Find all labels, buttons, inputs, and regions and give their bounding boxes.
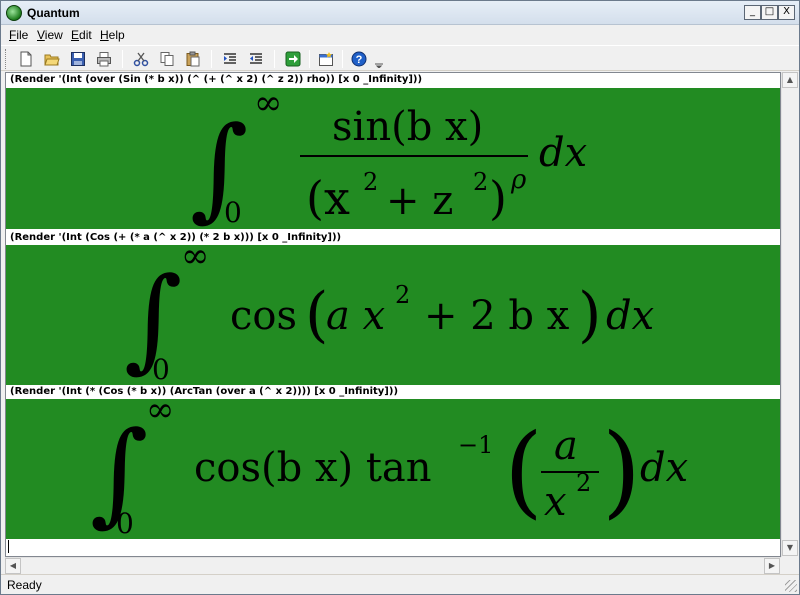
new-window-icon[interactable] — [316, 49, 336, 69]
horizontal-scrollbar[interactable]: ◀ ▶ — [5, 557, 781, 574]
term-ax: a x — [326, 293, 385, 339]
numerator: sin(b x) — [332, 104, 483, 150]
help-icon[interactable]: ? — [349, 49, 369, 69]
upper-limit: ∞ — [181, 245, 209, 276]
scroll-right-button[interactable]: ▶ — [764, 558, 780, 574]
denominator-exponent: 2 — [576, 469, 591, 497]
fraction-denominator: x — [544, 479, 567, 525]
text-cursor — [8, 540, 9, 553]
term-2bx: + 2 b x — [424, 293, 570, 339]
status-text: Ready — [7, 578, 42, 592]
differential: dx — [606, 293, 654, 339]
menu-help[interactable]: Help — [100, 28, 125, 42]
toolbar-options-icon[interactable] — [373, 49, 385, 69]
save-icon[interactable] — [68, 49, 88, 69]
main-window: Quantum _ □ X File View Edit Help ? (Ren… — [0, 0, 800, 595]
toolbar-separator — [122, 50, 123, 68]
worksheet[interactable]: (Render '(Int (over (Sin (* b x)) (^ (+ … — [5, 72, 781, 557]
math-render-1: ∫ ∞ 0 sin(b x) (x 2 + z 2 ) ρ dx — [6, 88, 780, 229]
upper-limit: ∞ — [146, 399, 174, 430]
paste-icon[interactable] — [183, 49, 203, 69]
lower-limit: 0 — [224, 196, 242, 229]
upper-limit: ∞ — [254, 88, 282, 123]
open-paren: ( — [305, 280, 328, 350]
math-render-2: ∫ ∞ 0 cos ( a x 2 + 2 b x ) dx — [6, 245, 780, 385]
differential: dx — [539, 130, 587, 176]
denominator-open: (x — [306, 171, 350, 225]
toolbar-separator — [342, 50, 343, 68]
denominator-exp-z: 2 — [473, 168, 488, 196]
menu-edit[interactable]: Edit — [71, 28, 92, 42]
resize-grip[interactable] — [785, 580, 797, 592]
denominator-close: ) — [489, 171, 507, 225]
open-paren: ( — [504, 412, 543, 529]
window-title: Quantum — [27, 6, 80, 20]
status-bar: Ready — [1, 574, 799, 594]
toolbar-grip[interactable] — [5, 49, 8, 69]
copy-icon[interactable] — [157, 49, 177, 69]
cos-function: cos — [230, 293, 297, 339]
scroll-down-button[interactable]: ▼ — [782, 540, 798, 556]
scroll-left-button[interactable]: ◀ — [5, 558, 21, 574]
new-file-icon[interactable] — [16, 49, 36, 69]
math-render-3: ∫ ∞ 0 cos(b x) tan −1 ( a x 2 ) dx — [6, 399, 780, 539]
command-line-2[interactable]: (Render '(Int (Cos (+ (* a (^ x 2)) (* 2… — [10, 232, 341, 243]
title-bar: Quantum _ □ X — [1, 1, 799, 25]
denominator-exp-x: 2 — [363, 168, 378, 196]
exponent-2: 2 — [395, 281, 410, 309]
close-paren: ) — [602, 412, 641, 529]
inverse-exponent: −1 — [458, 431, 493, 459]
toolbar: ? — [1, 45, 799, 71]
indent-icon[interactable] — [220, 49, 240, 69]
open-folder-icon[interactable] — [42, 49, 62, 69]
menu-bar: File View Edit Help — [1, 25, 799, 44]
close-paren: ) — [578, 280, 601, 350]
lower-limit: 0 — [116, 507, 134, 539]
fraction-bar — [300, 155, 528, 157]
fraction-numerator: a — [554, 423, 578, 469]
scrollbar-corner — [781, 557, 798, 574]
toolbar-separator — [211, 50, 212, 68]
lower-limit: 0 — [152, 353, 170, 385]
outdent-icon[interactable] — [246, 49, 266, 69]
svg-text:?: ? — [356, 54, 363, 66]
maximize-button[interactable]: □ — [761, 5, 778, 20]
command-line-3[interactable]: (Render '(Int (* (Cos (* b x)) (ArcTan (… — [10, 386, 398, 397]
vertical-scrollbar[interactable]: ▲ ▼ — [781, 72, 798, 557]
denominator-plus-z: + z — [386, 178, 453, 224]
differential: dx — [640, 445, 688, 491]
run-arrow-icon[interactable] — [283, 49, 303, 69]
exponent-rho: ρ — [510, 165, 527, 195]
toolbar-separator — [309, 50, 310, 68]
quantum-app-icon[interactable] — [6, 5, 22, 21]
cos-tan-terms: cos(b x) tan — [194, 445, 432, 491]
command-line-1[interactable]: (Render '(Int (over (Sin (* b x)) (^ (+ … — [10, 74, 422, 85]
menu-view[interactable]: View — [37, 28, 63, 42]
menu-file[interactable]: File — [9, 28, 28, 42]
minimize-button[interactable]: _ — [744, 5, 761, 20]
toolbar-separator — [274, 50, 275, 68]
close-button[interactable]: X — [778, 5, 795, 20]
cut-icon[interactable] — [131, 49, 151, 69]
print-icon[interactable] — [94, 49, 114, 69]
scroll-up-button[interactable]: ▲ — [782, 72, 798, 88]
